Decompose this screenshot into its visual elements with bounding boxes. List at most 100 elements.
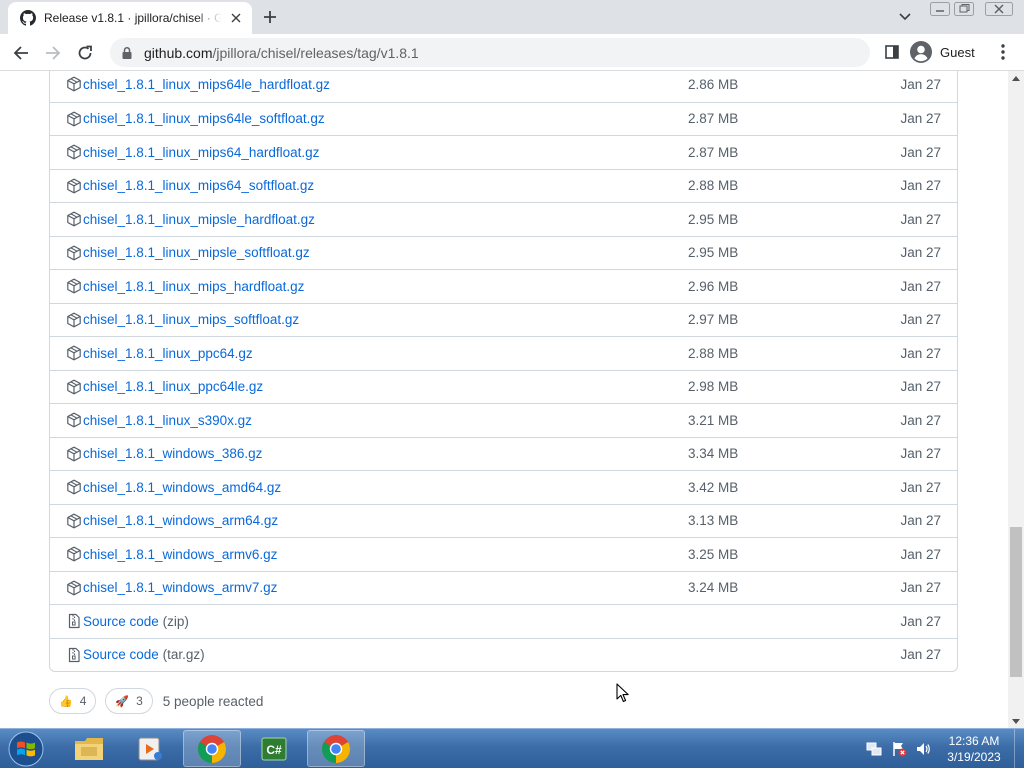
asset-date: Jan 27 <box>900 513 941 529</box>
asset-size: 2.95 MB <box>688 211 739 227</box>
action-center-icon[interactable] <box>891 741 907 757</box>
asset-download-link[interactable]: chisel_1.8.1_linux_mips_hardfloat.gz <box>83 279 304 294</box>
package-icon <box>66 312 82 328</box>
asset-download-link[interactable]: chisel_1.8.1_windows_386.gz <box>83 446 262 461</box>
asset-size: 2.96 MB <box>688 278 739 294</box>
asset-date: Jan 27 <box>900 479 941 495</box>
side-panel-icon <box>885 45 899 59</box>
arrow-left-icon <box>13 46 28 60</box>
asset-download-link[interactable]: chisel_1.8.1_windows_armv6.gz <box>83 547 277 562</box>
asset-download-link[interactable]: chisel_1.8.1_linux_mipsle_hardfloat.gz <box>83 212 315 227</box>
reload-button[interactable] <box>72 40 98 66</box>
asset-download-link[interactable]: chisel_1.8.1_linux_mipsle_softfloat.gz <box>83 245 310 260</box>
github-icon <box>20 10 36 26</box>
asset-download-link[interactable]: chisel_1.8.1_linux_mips_softfloat.gz <box>83 312 299 327</box>
back-button[interactable] <box>8 40 34 66</box>
asset-download-link[interactable]: chisel_1.8.1_windows_amd64.gz <box>83 480 281 495</box>
asset-row: chisel_1.8.1_linux_mips64le_softfloat.gz… <box>50 101 957 136</box>
volume-icon[interactable] <box>915 741 931 757</box>
taskbar-chrome-1[interactable] <box>183 730 241 767</box>
package-icon <box>66 379 82 395</box>
forward-button[interactable] <box>40 40 66 66</box>
asset-date: Jan 27 <box>900 144 941 160</box>
asset-date: Jan 27 <box>900 178 941 194</box>
asset-size: 3.34 MB <box>688 446 739 462</box>
asset-row: Source code (tar.gz) Jan 27 <box>50 637 957 672</box>
taskbar-csharp-app[interactable]: C# <box>245 730 303 767</box>
side-panel-button[interactable] <box>882 42 902 62</box>
package-icon <box>66 144 82 160</box>
package-icon <box>66 412 82 428</box>
reload-icon <box>78 45 92 60</box>
tab-title: Release v1.8.1 · jpillora/chisel · GitHu… <box>44 11 222 25</box>
tab-strip: Release v1.8.1 · jpillora/chisel · GitHu… <box>0 0 1024 34</box>
asset-download-link[interactable]: chisel_1.8.1_linux_mips64_hardfloat.gz <box>83 145 319 160</box>
restore-button[interactable] <box>953 1 975 17</box>
network-icon[interactable] <box>866 741 882 757</box>
package-icon <box>66 76 82 92</box>
asset-download-link[interactable]: chisel_1.8.1_linux_mips64_softfloat.gz <box>83 178 314 193</box>
package-icon <box>66 479 82 495</box>
chrome-icon <box>322 734 350 763</box>
lock-icon[interactable] <box>120 46 134 60</box>
scroll-up-button[interactable] <box>1008 71 1024 85</box>
svg-text:C#: C# <box>266 743 282 757</box>
scroll-down-button[interactable] <box>1008 714 1024 728</box>
reaction-thumbs-up[interactable]: 👍 4 <box>49 688 97 714</box>
windows-logo-icon <box>8 731 44 767</box>
reaction-rocket[interactable]: 🚀 3 <box>105 688 153 714</box>
asset-size: 2.86 MB <box>688 77 739 93</box>
source-code-label: Source code <box>83 647 159 663</box>
asset-download-link[interactable]: chisel_1.8.1_linux_mips64le_softfloat.gz <box>83 111 325 126</box>
chrome-icon <box>198 734 226 763</box>
release-assets-list: chisel_1.8.1_linux_mips64le_hardfloat.gz… <box>49 71 958 672</box>
package-icon <box>66 513 82 529</box>
close-icon <box>985 2 1013 16</box>
triangle-down-icon <box>1012 718 1020 724</box>
tab-search-button[interactable] <box>894 7 916 27</box>
taskbar-explorer[interactable] <box>60 730 118 767</box>
browser-tab[interactable]: Release v1.8.1 · jpillora/chisel · GitHu… <box>8 2 252 34</box>
address-bar[interactable]: github.com/jpillora/chisel/releases/tag/… <box>110 38 870 67</box>
asset-row: chisel_1.8.1_windows_arm64.gz 3.13 MB Jan … <box>50 503 957 538</box>
reactions-bar: 👍 4 🚀 3 5 people reacted <box>49 688 263 714</box>
asset-size: 3.25 MB <box>688 546 739 562</box>
close-icon[interactable] <box>228 10 244 26</box>
file-zip-icon <box>66 613 82 629</box>
profile-label: Guest <box>940 44 975 60</box>
minimize-button[interactable] <box>929 1 951 17</box>
package-icon <box>66 178 82 194</box>
asset-row: chisel_1.8.1_linux_mips_softfloat.gz 2.97… <box>50 302 957 337</box>
browser-toolbar: github.com/jpillora/chisel/releases/tag/… <box>0 34 1024 71</box>
chevron-down-icon <box>899 13 911 21</box>
new-tab-button[interactable] <box>258 6 282 28</box>
asset-row: chisel_1.8.1_linux_s390x.gz 3.21 MB Jan 27 <box>50 403 957 437</box>
show-desktop-button[interactable] <box>1014 729 1024 769</box>
scroll-thumb[interactable] <box>1010 527 1022 677</box>
asset-size: 2.95 MB <box>688 245 739 261</box>
asset-download-link[interactable]: chisel_1.8.1_linux_mips64le_hardfloat.gz <box>83 77 330 92</box>
source-code-link[interactable]: Source code (tar.gz) <box>83 647 205 662</box>
close-window-button[interactable] <box>985 1 1013 17</box>
browser-menu-button[interactable] <box>994 41 1012 63</box>
system-clock[interactable]: 12:36 AM 3/19/2023 <box>938 733 1010 765</box>
asset-date: Jan 27 <box>900 111 941 127</box>
source-code-link[interactable]: Source code (zip) <box>83 614 189 629</box>
arrow-right-icon <box>46 46 61 60</box>
asset-download-link[interactable]: chisel_1.8.1_linux_ppc64le.gz <box>83 379 263 394</box>
vertical-scrollbar[interactable] <box>1008 71 1024 728</box>
asset-download-link[interactable]: chisel_1.8.1_linux_s390x.gz <box>83 413 252 428</box>
url-host: github.com <box>144 44 213 61</box>
asset-download-link[interactable]: chisel_1.8.1_windows_armv7.gz <box>83 580 277 595</box>
taskbar-media-player[interactable] <box>121 730 179 767</box>
asset-download-link[interactable]: chisel_1.8.1_linux_ppc64.gz <box>83 346 253 361</box>
asset-date: Jan 27 <box>900 412 941 428</box>
taskbar-chrome-2[interactable] <box>307 730 365 767</box>
package-icon <box>66 245 82 261</box>
asset-date: Jan 27 <box>900 278 941 294</box>
profile-button[interactable]: Guest <box>910 39 975 65</box>
asset-download-link[interactable]: chisel_1.8.1_windows_arm64.gz <box>83 513 278 528</box>
asset-size: 3.42 MB <box>688 479 739 495</box>
asset-date: Jan 27 <box>900 446 941 462</box>
start-button[interactable] <box>6 730 46 768</box>
